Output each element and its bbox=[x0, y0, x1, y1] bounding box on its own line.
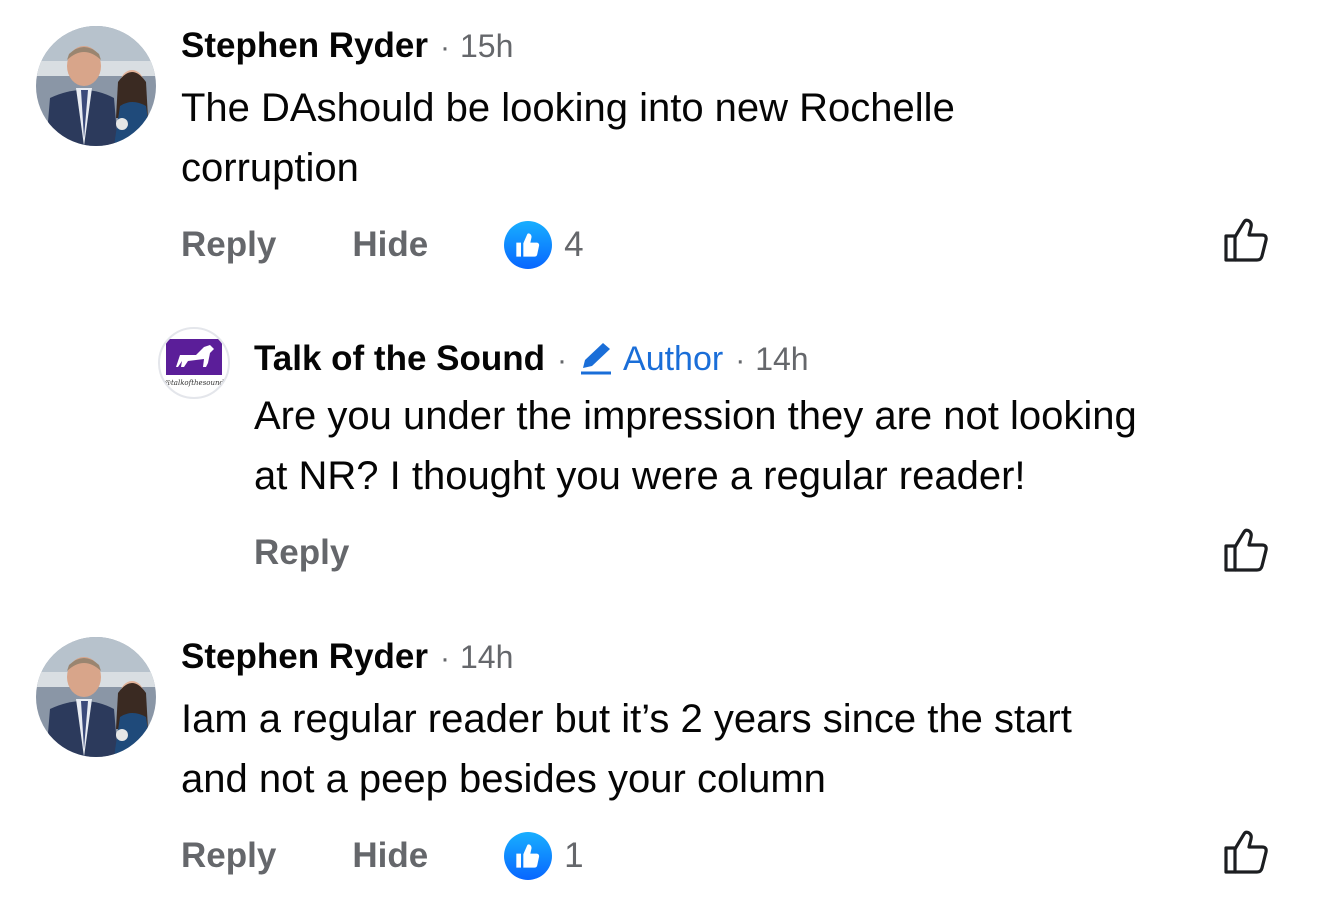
comment-text-line: The DAshould be looking into new Rochell… bbox=[181, 86, 955, 130]
thumbs-up-outline-icon bbox=[1224, 830, 1268, 874]
author-badge-label: Author bbox=[623, 340, 724, 378]
thumbs-up-outline-icon bbox=[1224, 528, 1268, 572]
pencil-icon bbox=[581, 343, 612, 375]
author-badge: Author bbox=[577, 334, 723, 379]
timestamp[interactable]: 14h bbox=[755, 341, 808, 378]
comment-text: Iam a regular reader but it’s 2 years si… bbox=[181, 689, 1281, 809]
like-reaction-icon bbox=[504, 221, 553, 269]
like-button[interactable] bbox=[1222, 828, 1270, 876]
talk-of-the-sound-logo-icon: @talkofthesound bbox=[164, 339, 225, 387]
like-button[interactable] bbox=[1222, 216, 1270, 264]
avatar[interactable]: @talkofthesound bbox=[158, 327, 230, 399]
author-name[interactable]: Stephen Ryder bbox=[181, 26, 428, 66]
reply-button[interactable]: Reply bbox=[254, 533, 349, 573]
reaction-summary[interactable]: 4 bbox=[504, 221, 584, 269]
like-reaction-icon bbox=[504, 832, 553, 880]
reply-button[interactable]: Reply bbox=[181, 225, 276, 265]
author-name[interactable]: Stephen Ryder bbox=[181, 637, 428, 677]
profile-photo-icon bbox=[36, 26, 156, 146]
comment-actions: Reply Hide 4 bbox=[181, 220, 1281, 270]
comment-body: Stephen Ryder · 14h Iam a regular reader… bbox=[181, 637, 1281, 881]
comment-text-line: corruption bbox=[181, 146, 359, 190]
separator-dot: · bbox=[735, 344, 746, 377]
reaction-summary[interactable]: 1 bbox=[504, 832, 584, 880]
comment-actions: Reply bbox=[254, 528, 1294, 578]
comment-text: Are you under the impression they are no… bbox=[254, 386, 1294, 506]
comment-actions: Reply Hide 1 bbox=[181, 831, 1281, 881]
svg-text:@talkofthesound: @talkofthesound bbox=[164, 379, 225, 387]
reaction-count: 4 bbox=[564, 225, 584, 264]
avatar[interactable] bbox=[36, 637, 156, 757]
hide-button[interactable]: Hide bbox=[352, 225, 428, 265]
comment-text-line: and not a peep besides your column bbox=[181, 757, 826, 801]
comment-header: Stephen Ryder · 14h bbox=[181, 637, 1281, 683]
reaction-count: 1 bbox=[564, 836, 584, 875]
comment-text-line: Iam a regular reader but it’s 2 years si… bbox=[181, 697, 1072, 741]
comment-text-line: Are you under the impression they are no… bbox=[254, 394, 1137, 438]
reply-button[interactable]: Reply bbox=[181, 836, 276, 876]
profile-photo-icon bbox=[36, 637, 156, 757]
separator-dot: · bbox=[557, 344, 568, 377]
timestamp[interactable]: 15h bbox=[460, 28, 513, 65]
separator-dot: · bbox=[440, 642, 450, 675]
like-button[interactable] bbox=[1222, 526, 1270, 574]
timestamp[interactable]: 14h bbox=[460, 639, 513, 676]
comment-body: Stephen Ryder · 15h The DAshould be look… bbox=[181, 26, 1281, 270]
comment-text: The DAshould be looking into new Rochell… bbox=[181, 78, 1281, 198]
comment-text-line: at NR? I thought you were a regular read… bbox=[254, 454, 1026, 498]
comment-header: Talk of the Sound · Author · 14h bbox=[254, 334, 1294, 380]
thumbs-up-outline-icon bbox=[1224, 218, 1268, 262]
comment-header: Stephen Ryder · 15h bbox=[181, 26, 1281, 72]
comment-thread: Stephen Ryder · 15h The DAshould be look… bbox=[0, 0, 1320, 898]
author-name[interactable]: Talk of the Sound bbox=[254, 339, 545, 379]
comment-body: Talk of the Sound · Author · 14h Are you… bbox=[254, 334, 1294, 578]
hide-button[interactable]: Hide bbox=[352, 836, 428, 876]
separator-dot: · bbox=[440, 31, 450, 64]
avatar[interactable] bbox=[36, 26, 156, 146]
